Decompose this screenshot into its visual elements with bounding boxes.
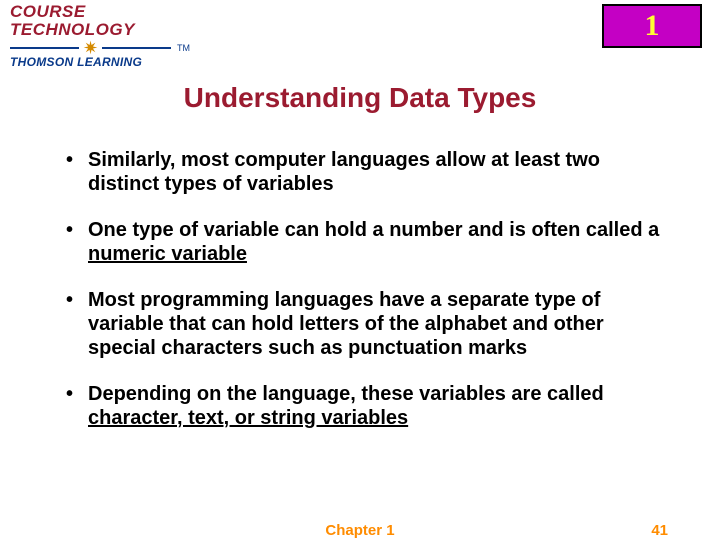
list-item: Similarly, most computer languages allow…: [60, 148, 660, 196]
footer-page-number: 41: [651, 522, 668, 539]
bullet-text: Similarly, most computer languages allow…: [88, 149, 600, 195]
bullet-text: Depending on the language, these variabl…: [88, 383, 604, 405]
logo-text-technology: TECHNOLOGY: [10, 20, 190, 40]
list-item: One type of variable can hold a number a…: [60, 218, 660, 266]
logo-text-thomson: THOMSON LEARNING: [10, 55, 190, 69]
bullet-text: Most programming languages have a separa…: [88, 289, 604, 359]
bullet-text: One type of variable can hold a number a…: [88, 219, 659, 241]
logo-line-right: [102, 47, 171, 49]
starburst-icon: ✷: [83, 42, 98, 54]
logo-tm: TM: [177, 43, 190, 53]
bullet-underline: character, text, or string variables: [88, 407, 408, 429]
slide: COURSE TECHNOLOGY ✷ TM THOMSON LEARNING …: [0, 0, 720, 540]
logo-line-left: [10, 47, 79, 49]
footer-chapter-label: Chapter 1: [0, 522, 720, 539]
logo-tech-word: TECHNOLOGY: [10, 20, 135, 39]
logo-text-course: COURSE: [10, 4, 190, 20]
bullet-underline: numeric variable: [88, 243, 247, 265]
logo-divider: ✷ TM: [10, 42, 190, 54]
list-item: Depending on the language, these variabl…: [60, 382, 660, 430]
list-item: Most programming languages have a separa…: [60, 288, 660, 360]
bullet-list: Similarly, most computer languages allow…: [60, 148, 660, 430]
publisher-logo: COURSE TECHNOLOGY ✷ TM THOMSON LEARNING: [10, 4, 190, 69]
slide-title: Understanding Data Types: [0, 82, 720, 114]
slide-content: Similarly, most computer languages allow…: [60, 148, 660, 452]
chapter-badge: 1: [602, 4, 702, 48]
chapter-number: 1: [645, 9, 660, 43]
